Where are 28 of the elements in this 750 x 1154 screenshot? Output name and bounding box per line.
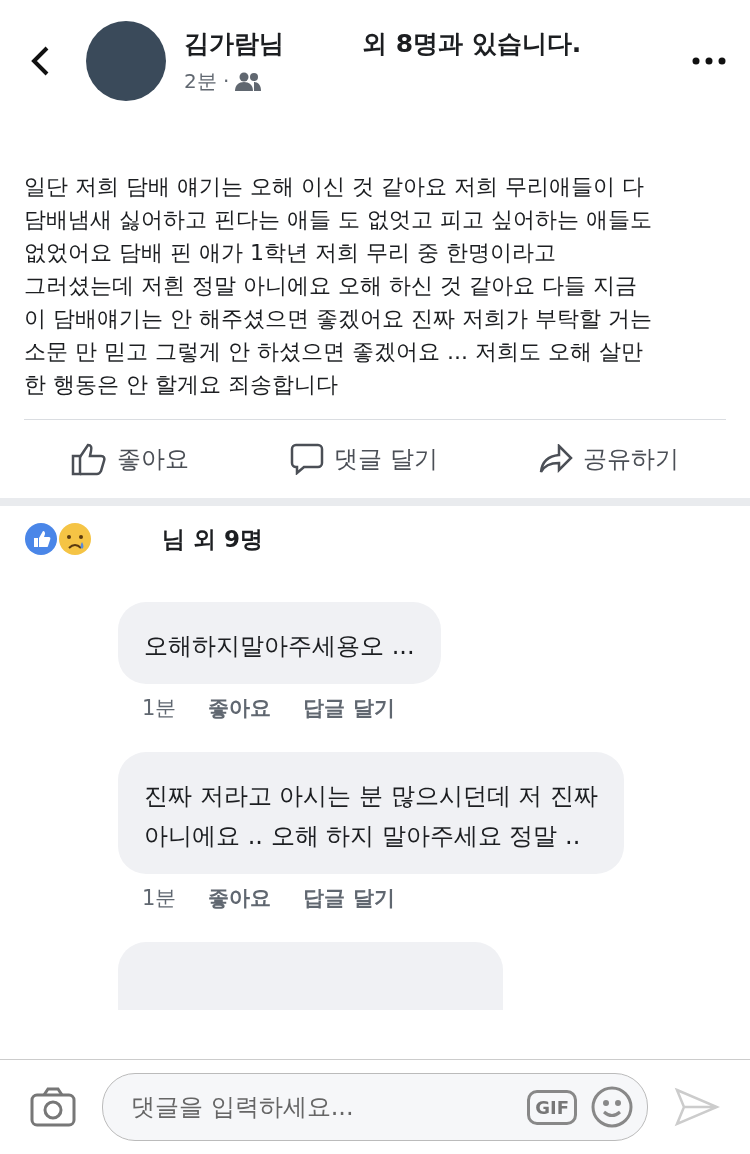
- reaction-count[interactable]: 님 외 9명: [162, 523, 264, 555]
- back-icon[interactable]: [30, 45, 50, 77]
- friends-icon: [235, 71, 262, 92]
- like-link[interactable]: 좋아요: [208, 694, 272, 722]
- like-button[interactable]: 좋아요: [64, 441, 195, 477]
- reply-link[interactable]: 답글 달기: [303, 694, 395, 722]
- more-icon[interactable]: [692, 57, 726, 65]
- post-time: 2분 ·: [184, 68, 230, 95]
- comment-bubble: 오해하지말아주세용오 ...: [118, 602, 441, 684]
- comment-bubble: 진짜 저라고 아시는 분 많으시던데 저 진짜 아니에요 .. 오해 하지 말아주세요 정말 ..: [118, 752, 624, 874]
- comment-input[interactable]: 댓글을 입력하세요... GIF: [102, 1073, 648, 1141]
- comment-button[interactable]: 댓글 달기: [284, 442, 444, 476]
- like-link[interactable]: 좋아요: [208, 884, 272, 912]
- share-arrow-icon: [539, 444, 574, 474]
- comment-time: 1분: [142, 885, 177, 912]
- like-reaction-icon: [24, 522, 58, 556]
- gif-button[interactable]: GIF: [527, 1089, 577, 1125]
- share-button[interactable]: 공유하기: [533, 442, 686, 476]
- thumbs-up-icon: [70, 442, 107, 476]
- comment-time: 1분: [142, 695, 177, 722]
- author-name[interactable]: 김가람님: [184, 27, 284, 60]
- smiley-icon[interactable]: [591, 1086, 633, 1128]
- post-text: 일단 저희 담배 얘기는 오해 이신 것 같아요 저희 무리애들이 다 담배냄새 싫어하고 핀다는 애들 도 없엇고 피고 싶어하는 애들도 없었어요 담배 핀 애가 1학년 저희 무리 중 한명이라고 그러셨는데 저흰 정말 아니에요 오해 하신 것 같아요 다들 지금 이 담배얘기는 안 해주셨으면 좋겠어요 진짜 저희가 부탁할 거는 소문 만 믿고 그렇게 안 하셨으면 좋겠어요 ... 저희도 오해 살만 한 행동은 안 할게요 죄송합니다: [24, 173, 653, 399]
- camera-icon[interactable]: [30, 1087, 76, 1127]
- tagged-text: 외 8명과 있습니다.: [362, 28, 582, 60]
- reply-link[interactable]: 답글 달기: [303, 884, 395, 912]
- speech-bubble-icon: [290, 443, 325, 475]
- sad-face-icon: [58, 522, 92, 556]
